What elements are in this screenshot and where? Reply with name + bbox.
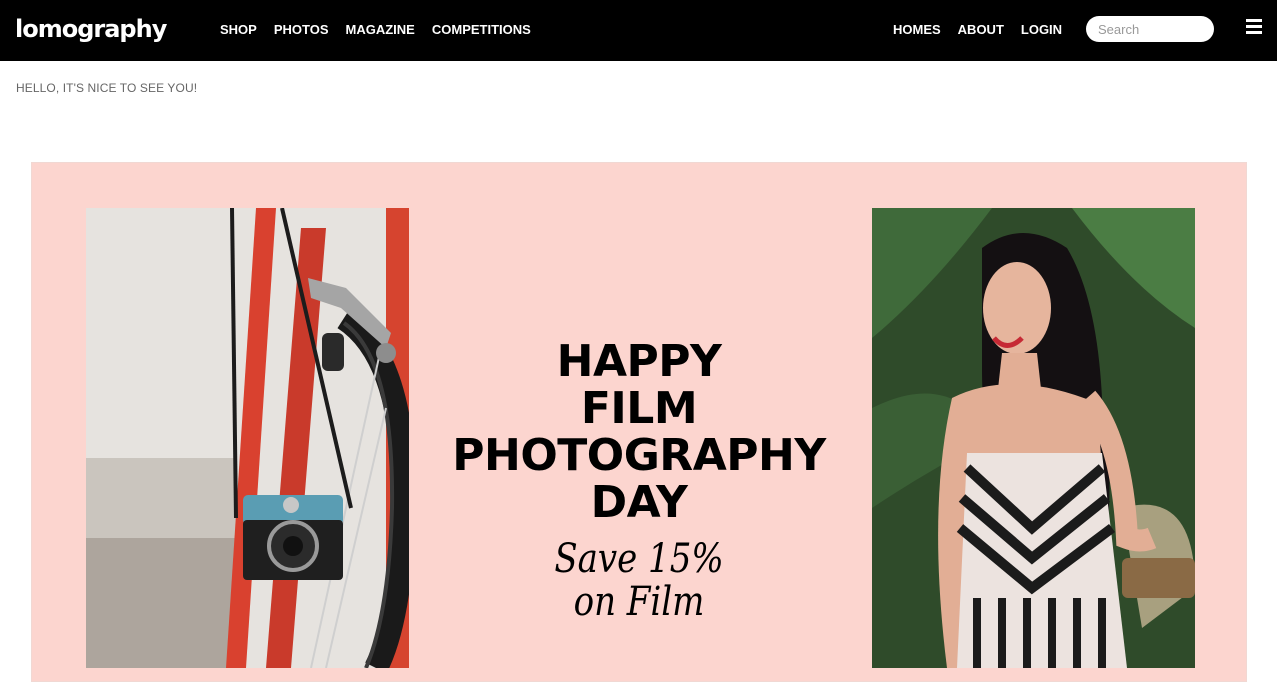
nav-login[interactable]: LOGIN [1021,22,1062,37]
nav-about[interactable]: ABOUT [958,22,1004,37]
menu-line [1246,31,1262,34]
bicycle-camera-photo [86,208,409,668]
hamburger-icon[interactable] [1246,19,1262,37]
nav-shop[interactable]: SHOP [220,22,257,37]
hero-banner[interactable]: HAPPY FILM PHOTOGRAPHY DAY Save 15% on F… [31,162,1247,682]
primary-nav: SHOP PHOTOS MAGAZINE COMPETITIONS [220,22,531,37]
lomography-logo[interactable]: lomography [15,15,167,43]
search-input[interactable] [1086,16,1214,42]
offer-line: on Film [573,579,705,625]
headline-line: PHOTOGRAPHY [452,430,826,482]
nav-magazine[interactable]: MAGAZINE [346,22,415,37]
bicycle-camera-illustration [86,208,409,668]
top-navigation-bar: lomography SHOP PHOTOS MAGAZINE COMPETIT… [0,0,1277,61]
hero-headline: HAPPY FILM PHOTOGRAPHY DAY [424,338,854,526]
menu-line [1246,19,1262,22]
secondary-nav: HOMES ABOUT LOGIN [893,22,1062,37]
nav-competitions[interactable]: COMPETITIONS [432,22,531,37]
nav-homes[interactable]: HOMES [893,22,941,37]
nav-photos[interactable]: PHOTOS [274,22,329,37]
headline-line: DAY [590,477,688,529]
menu-line [1246,25,1262,28]
hero-offer: Save 15% on Film [548,538,730,624]
portrait-photo [872,208,1195,668]
portrait-illustration [872,208,1195,668]
headline-line: FILM [580,383,698,435]
offer-line: Save 15% [554,536,724,582]
greeting-text: HELLO, IT'S NICE TO SEE YOU! [16,81,198,95]
headline-line: HAPPY [556,336,722,388]
